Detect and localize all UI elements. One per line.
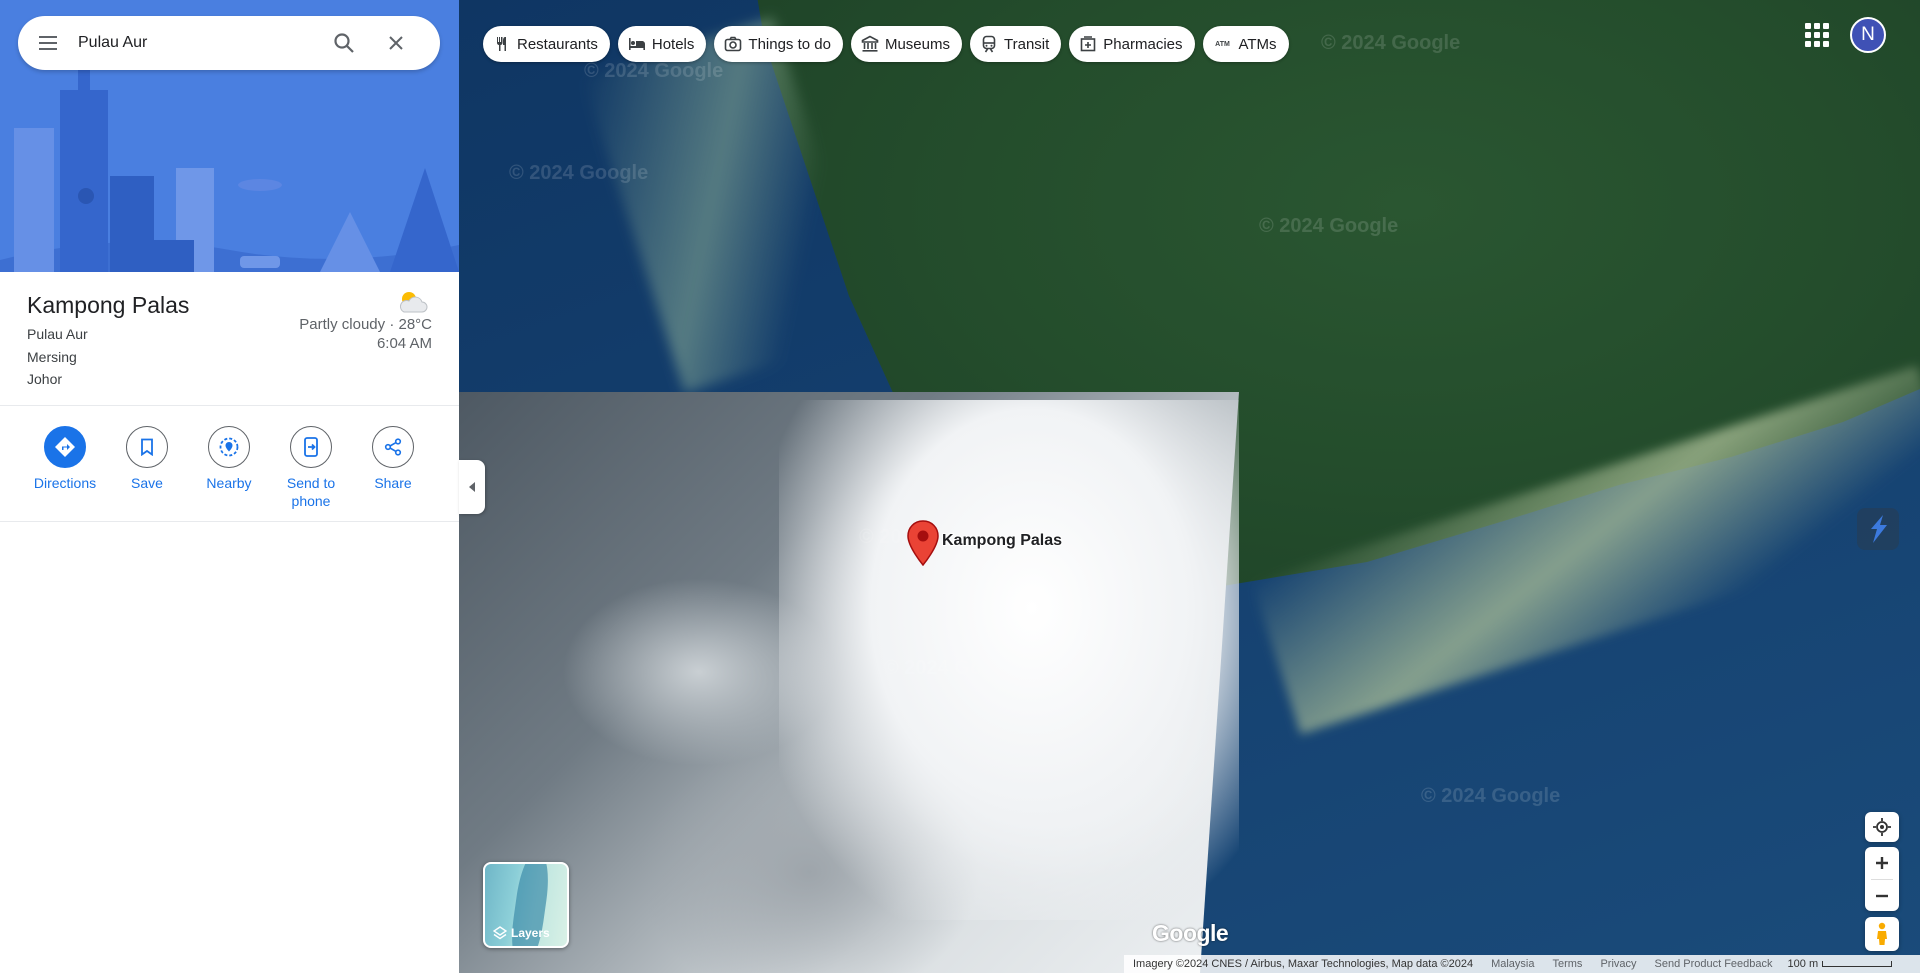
- imagery-watermark: © 2024 Google: [1259, 215, 1399, 237]
- share-button[interactable]: Share: [352, 426, 434, 492]
- plus-icon: [1876, 857, 1888, 869]
- account-avatar[interactable]: N: [1850, 17, 1886, 53]
- imagery-watermark: © 2024 Google: [1321, 32, 1461, 54]
- address-line: Johor: [27, 371, 63, 387]
- imagery-watermark: © 2024 Google: [584, 60, 724, 82]
- layers-label: Layers: [511, 926, 550, 940]
- action-label: Directions: [33, 475, 97, 491]
- chip-restaurants[interactable]: Restaurants: [483, 26, 610, 62]
- chip-label: Restaurants: [517, 35, 598, 53]
- feedback-link[interactable]: Send Product Feedback: [1646, 958, 1782, 970]
- chevron-left-icon: [469, 482, 475, 492]
- side-panel: Kampong Palas Pulau Aur Mersing Johor Pa…: [0, 0, 459, 973]
- google-apps-icon[interactable]: [1802, 20, 1832, 50]
- bed-icon: [628, 35, 646, 53]
- terms-link[interactable]: Terms: [1543, 958, 1591, 970]
- chip-label: Pharmacies: [1103, 35, 1183, 53]
- local-time: 6:04 AM: [376, 335, 432, 352]
- address-line: Mersing: [27, 349, 77, 365]
- imagery-watermark: © 2024 Google: [884, 657, 1024, 679]
- map-footer: Imagery ©2024 CNES / Airbus, Maxar Techn…: [1124, 955, 1920, 973]
- privacy-link[interactable]: Privacy: [1591, 958, 1645, 970]
- search-input[interactable]: [78, 34, 318, 52]
- imagery-attribution: Imagery ©2024 CNES / Airbus, Maxar Techn…: [1133, 958, 1474, 970]
- map-pin-icon[interactable]: [906, 520, 940, 571]
- imagery-watermark: © 2024 Google: [1421, 785, 1561, 807]
- chip-label: Museums: [884, 35, 950, 53]
- directions-button[interactable]: Directions: [24, 426, 106, 492]
- chip-transit[interactable]: Transit: [970, 26, 1062, 62]
- category-chips: Restaurants Hotels Things to do Museums …: [483, 26, 1289, 62]
- atm-icon: ATM: [1215, 40, 1230, 48]
- chip-label: ATMs: [1238, 35, 1277, 53]
- search-box[interactable]: [18, 16, 440, 70]
- bookmark-icon: [126, 426, 168, 468]
- imagery-watermark: © 2024 Google: [509, 162, 649, 184]
- museum-icon: [861, 35, 879, 53]
- action-label: Nearby: [206, 475, 252, 491]
- pegman-icon[interactable]: [1865, 917, 1899, 951]
- action-label: Share: [374, 475, 412, 491]
- search-icon[interactable]: [318, 16, 370, 70]
- save-button[interactable]: Save: [106, 426, 188, 492]
- layers-button[interactable]: Layers: [483, 862, 569, 948]
- send-to-phone-icon: [290, 426, 332, 468]
- nearby-icon: [208, 426, 250, 468]
- marker-label[interactable]: Kampong Palas: [942, 532, 1062, 550]
- scale-label: 100 m: [1787, 958, 1819, 970]
- action-label: Send to phone: [286, 475, 336, 509]
- directions-icon: [44, 426, 86, 468]
- place-hero-illustration: [0, 0, 459, 272]
- scale-bar[interactable]: 100 m: [1782, 958, 1893, 970]
- chip-label: Hotels: [651, 35, 695, 53]
- country-link[interactable]: Malaysia: [1482, 958, 1543, 970]
- chip-atms[interactable]: ATM ATMs: [1202, 26, 1289, 62]
- menu-icon[interactable]: [18, 16, 78, 70]
- collapse-panel-button[interactable]: [459, 460, 485, 514]
- chip-things-to-do[interactable]: Things to do: [714, 26, 843, 62]
- share-icon: [372, 426, 414, 468]
- zoom-out-button[interactable]: [1865, 880, 1899, 912]
- action-label: Save: [131, 475, 163, 491]
- place-info: Kampong Palas Pulau Aur Mersing Johor Pa…: [0, 272, 459, 406]
- my-location-icon[interactable]: [1865, 812, 1899, 842]
- chip-label: Things to do: [748, 35, 831, 53]
- camera-icon: [724, 35, 742, 53]
- chip-pharmacies[interactable]: Pharmacies: [1069, 26, 1195, 62]
- weather-text: Partly cloudy · 28°C: [299, 316, 432, 333]
- address-line: Pulau Aur: [27, 326, 88, 342]
- google-logo: Google: [1152, 920, 1229, 946]
- place-title: Kampong Palas: [27, 292, 190, 318]
- street-view-icon[interactable]: [1857, 508, 1899, 550]
- map-canvas[interactable]: © 2024 Google © 2024 Google © 2024 Googl…: [459, 0, 1920, 973]
- close-icon[interactable]: [370, 16, 422, 70]
- nearby-button[interactable]: Nearby: [188, 426, 270, 492]
- chip-museums[interactable]: Museums: [850, 26, 962, 62]
- minus-icon: [1876, 894, 1888, 898]
- zoom-in-button[interactable]: [1865, 847, 1899, 879]
- action-buttons: Directions Save Nearby Send to phone Sha…: [0, 406, 459, 522]
- fork-knife-icon: [493, 35, 511, 53]
- zoom-controls: [1865, 847, 1899, 911]
- layers-icon: [493, 926, 507, 940]
- pharmacy-icon: [1079, 35, 1097, 53]
- send-to-phone-button[interactable]: Send to phone: [270, 426, 352, 510]
- train-icon: [980, 35, 998, 53]
- chip-label: Transit: [1004, 35, 1050, 53]
- chip-hotels[interactable]: Hotels: [617, 26, 707, 62]
